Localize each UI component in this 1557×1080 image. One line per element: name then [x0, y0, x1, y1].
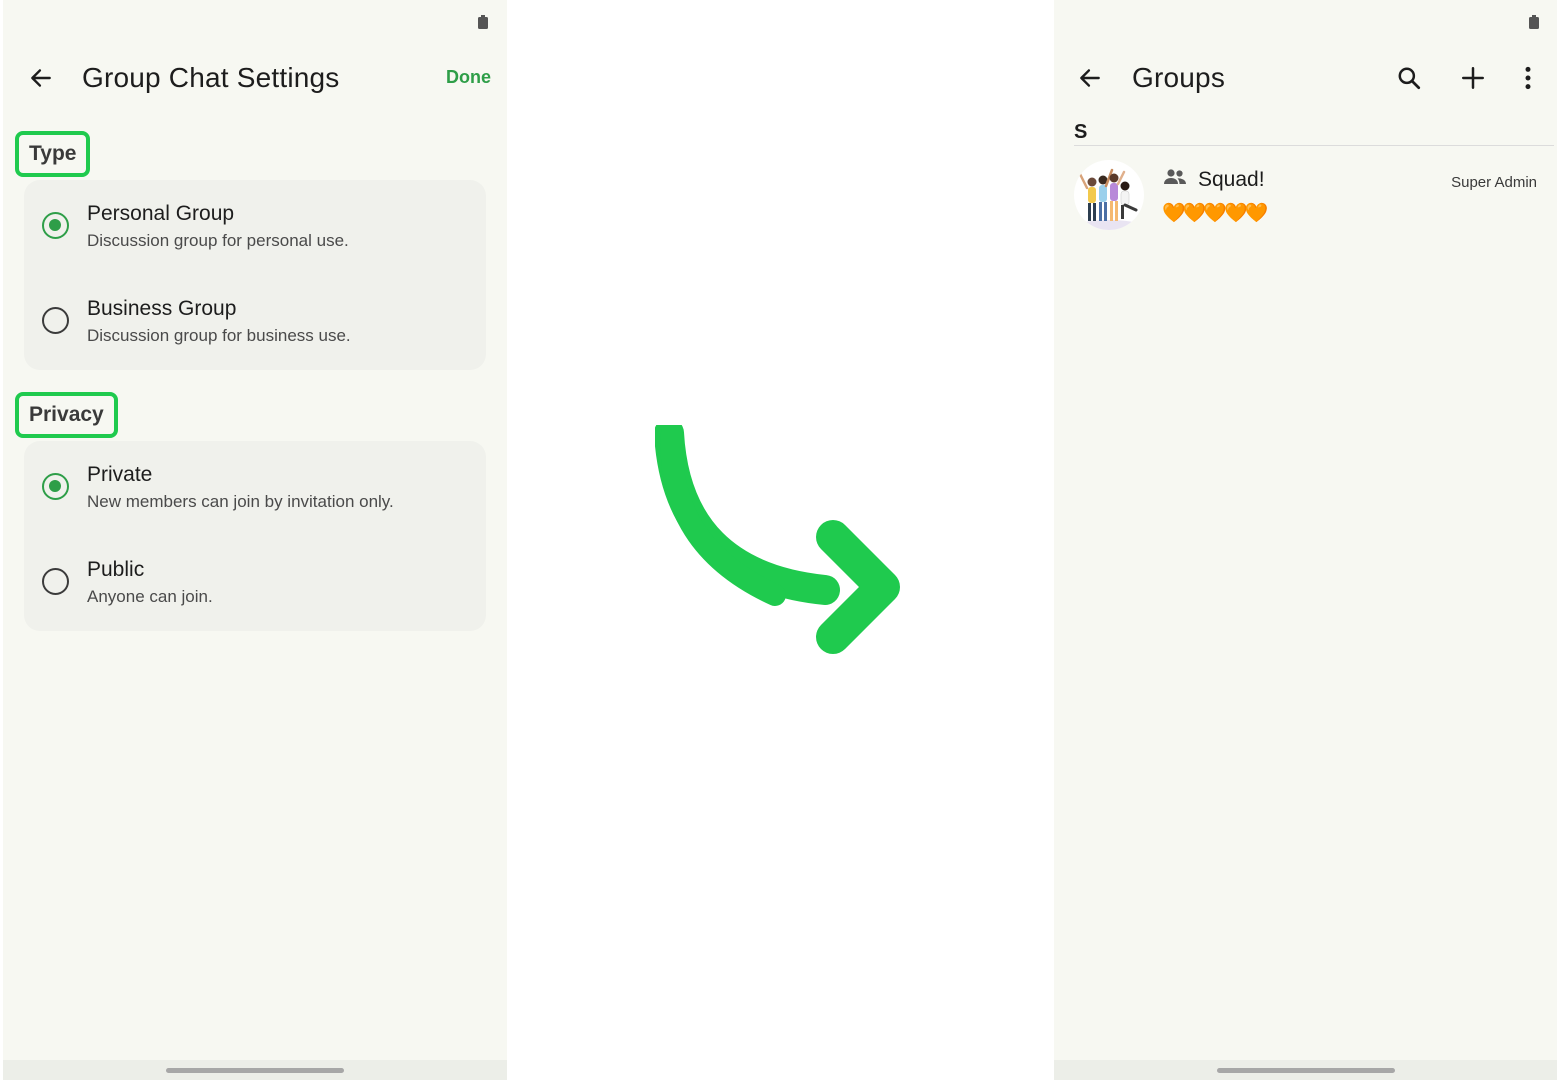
- page-title: Groups: [1132, 62, 1226, 93]
- battery-icon: [478, 15, 488, 29]
- home-handle[interactable]: [166, 1068, 344, 1073]
- back-button[interactable]: [23, 60, 59, 96]
- comparison-stage: Group Chat Settings Done Type Personal G…: [0, 0, 1557, 1080]
- page-title: Group Chat Settings: [82, 62, 340, 93]
- add-group-button[interactable]: [1455, 60, 1491, 96]
- option-subtitle: Discussion group for business use.: [87, 326, 351, 345]
- radio-private[interactable]: [42, 473, 69, 500]
- battery-icon: [1529, 15, 1539, 29]
- navigation-bar: [3, 1060, 507, 1080]
- status-bar: [3, 0, 507, 44]
- group-description: 🧡🧡🧡🧡🧡: [1162, 203, 1268, 224]
- plus-icon: [1462, 67, 1484, 89]
- back-button[interactable]: [1072, 60, 1108, 96]
- more-vert-icon: [1525, 66, 1531, 90]
- status-bar: [1054, 0, 1557, 44]
- settings-app-bar: Group Chat Settings Done: [3, 50, 507, 106]
- option-title: Private: [87, 463, 153, 486]
- option-title: Public: [87, 558, 145, 581]
- home-handle[interactable]: [1217, 1068, 1395, 1073]
- arrow-left-icon: [1080, 69, 1100, 87]
- more-options-button[interactable]: [1510, 60, 1546, 96]
- option-personal-group[interactable]: Personal Group Discussion group for pers…: [24, 180, 486, 275]
- group-role-badge: Super Admin: [1451, 174, 1537, 191]
- group-chat-settings-screen: Group Chat Settings Done Type Personal G…: [3, 0, 507, 1080]
- arrow-left-icon: [31, 69, 51, 87]
- option-business-group[interactable]: Business Group Discussion group for busi…: [24, 275, 486, 370]
- type-options-card: Personal Group Discussion group for pers…: [24, 180, 486, 370]
- radio-business-group[interactable]: [42, 307, 69, 334]
- search-icon: [1398, 67, 1421, 90]
- alphabet-section-header: S: [1074, 121, 1088, 143]
- option-public[interactable]: Public Anyone can join.: [24, 536, 486, 631]
- option-title: Personal Group: [87, 202, 235, 225]
- radio-personal-group[interactable]: [42, 212, 69, 239]
- groups-screen: Groups S Squad! Super Admin 🧡🧡🧡🧡🧡: [1054, 0, 1557, 1080]
- group-row-squad[interactable]: Squad! Super Admin 🧡🧡🧡🧡🧡: [1054, 150, 1557, 240]
- curved-arrow-icon: [655, 425, 900, 654]
- section-divider: [1074, 145, 1554, 146]
- privacy-options-card: Private New members can join by invitati…: [24, 441, 486, 631]
- privacy-section-label: Privacy: [15, 392, 118, 438]
- group-name: Squad!: [1198, 168, 1265, 191]
- radio-public[interactable]: [42, 568, 69, 595]
- option-subtitle: Discussion group for personal use.: [87, 231, 349, 250]
- friends-illustration-icon: [1078, 168, 1139, 230]
- done-button[interactable]: Done: [446, 67, 491, 88]
- option-private[interactable]: Private New members can join by invitati…: [24, 441, 486, 536]
- option-subtitle: Anyone can join.: [87, 587, 213, 606]
- navigation-bar: [1054, 1060, 1557, 1080]
- option-title: Business Group: [87, 297, 237, 320]
- search-button[interactable]: [1391, 60, 1427, 96]
- groups-app-bar: Groups: [1054, 50, 1557, 106]
- group-avatar: [1074, 160, 1144, 230]
- people-icon: [1164, 169, 1186, 184]
- option-subtitle: New members can join by invitation only.: [87, 492, 394, 511]
- type-section-label: Type: [15, 131, 91, 177]
